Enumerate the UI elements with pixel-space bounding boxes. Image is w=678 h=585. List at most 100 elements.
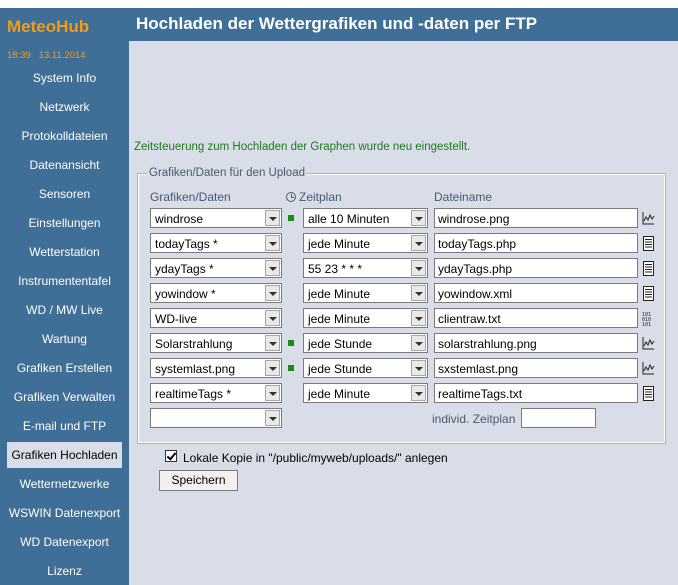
upload-fieldset: Grafiken/Daten für den Upload Grafiken/D… — [137, 167, 666, 444]
schedule-select[interactable]: 55 23 * * * — [303, 258, 428, 278]
data-select[interactable]: realtimeTags * — [150, 383, 282, 403]
main-content: Zeitsteuerung zum Hochladen der Graphen … — [129, 41, 678, 585]
graph-icon[interactable] — [642, 361, 655, 376]
data-select[interactable]: systemlast.png — [150, 358, 282, 378]
schedule-select[interactable]: jede Minute — [303, 233, 428, 253]
filename-input[interactable]: clientraw.txt — [434, 308, 638, 328]
sidebar-item-instrumententafel[interactable]: Instrumententafel — [7, 268, 122, 294]
data-select-value: todayTags * — [155, 237, 218, 251]
sidebar-item-wd-mw-live[interactable]: WD / MW Live — [7, 297, 122, 323]
schedule-select-value: 55 23 * * * — [308, 262, 363, 276]
data-select[interactable] — [150, 408, 282, 428]
filename-input[interactable]: sxstemlast.png — [434, 358, 638, 378]
data-select-value: realtimeTags * — [155, 387, 232, 401]
sidebar-item-grafiken-verwalten[interactable]: Grafiken Verwalten — [7, 384, 122, 410]
data-select[interactable]: ydayTags * — [150, 258, 282, 278]
chevron-down-icon — [411, 210, 426, 226]
chevron-down-icon — [411, 260, 426, 276]
sidebar-item-system-info[interactable]: System Info — [7, 65, 122, 91]
chevron-down-icon — [411, 385, 426, 401]
schedule-select-value: jede Minute — [308, 287, 371, 301]
column-header-schedule: Zeitplan — [286, 190, 342, 204]
schedule-select[interactable]: jede Minute — [303, 283, 428, 303]
chevron-down-icon — [265, 360, 280, 376]
clock-date: 13.11.2014 — [38, 50, 86, 61]
filename-value: yowindow.xml — [438, 287, 513, 301]
data-select-value: windrose — [155, 212, 204, 226]
sidebar-item-netzwerk[interactable]: Netzwerk — [7, 94, 122, 120]
chevron-down-icon — [265, 210, 280, 226]
filename-value: solarstrahlung.png — [438, 337, 537, 351]
sidebar-item-grafiken-hochladen[interactable]: Grafiken Hochladen — [7, 442, 122, 468]
sidebar-item-lizenz[interactable]: Lizenz — [7, 558, 122, 584]
status-message: Zeitsteuerung zum Hochladen der Graphen … — [134, 141, 471, 153]
top-strip — [0, 0, 678, 8]
chevron-down-icon — [265, 335, 280, 351]
schedule-select[interactable]: jede Stunde — [303, 333, 428, 353]
data-select[interactable]: Solarstrahlung — [150, 333, 282, 353]
sidebar-item-wd-datenexport[interactable]: WD Datenexport — [7, 529, 122, 555]
sidebar-item-wswin-datenexport[interactable]: WSWIN Datenexport — [7, 500, 122, 526]
column-header-data: Grafiken/Daten — [150, 190, 231, 204]
chevron-down-icon — [265, 285, 280, 301]
individual-schedule-input[interactable] — [521, 408, 596, 428]
filename-input[interactable]: realtimeTags.txt — [434, 383, 638, 403]
app-logo: MeteoHub — [7, 17, 90, 36]
chevron-down-icon — [411, 360, 426, 376]
sidebar-item-wetterstation[interactable]: Wetterstation — [7, 239, 122, 265]
individual-schedule-label: individ. Zeitplan — [432, 412, 516, 426]
sidebar-item-protokolldateien[interactable]: Protokolldateien — [7, 123, 122, 149]
sidebar-item-wartung[interactable]: Wartung — [7, 326, 122, 352]
schedule-select-value: jede Stunde — [308, 362, 373, 376]
schedule-select[interactable]: jede Minute — [303, 308, 428, 328]
page-title: Hochladen der Wettergrafiken und -daten … — [136, 14, 538, 33]
svg-text:101: 101 — [642, 322, 651, 326]
chevron-down-icon — [265, 235, 280, 251]
document-icon[interactable] — [642, 236, 655, 251]
filename-value: clientraw.txt — [438, 312, 501, 326]
save-button[interactable]: Speichern — [159, 470, 238, 491]
chevron-down-icon — [265, 310, 280, 326]
data-select[interactable]: todayTags * — [150, 233, 282, 253]
filename-value: realtimeTags.txt — [438, 387, 523, 401]
data-select-value: systemlast.png — [155, 362, 236, 376]
upload-row: windrose alle 10 Minuten windrose.png — [139, 208, 666, 230]
schedule-select[interactable]: jede Stunde — [303, 358, 428, 378]
chevron-down-icon — [411, 310, 426, 326]
graph-icon[interactable] — [642, 211, 655, 226]
sidebar-item-wetternetzwerke[interactable]: Wetternetzwerke — [7, 471, 122, 497]
schedule-select[interactable]: jede Minute — [303, 383, 428, 403]
active-indicator — [288, 215, 294, 221]
sidebar-item-sensoren[interactable]: Sensoren — [7, 181, 122, 207]
sidebar-item-e-mail-und-ftp[interactable]: E-mail und FTP — [7, 413, 122, 439]
binary-icon[interactable]: 101 010 101 — [642, 311, 655, 328]
schedule-select-value: alle 10 Minuten — [308, 212, 390, 226]
clock-time: 18:39 — [7, 50, 31, 61]
filename-input[interactable]: windrose.png — [434, 208, 638, 228]
filename-input[interactable]: todayTags.php — [434, 233, 638, 253]
data-select[interactable]: yowindow * — [150, 283, 282, 303]
filename-value: ydayTags.php — [438, 262, 513, 276]
schedule-select[interactable]: alle 10 Minuten — [303, 208, 428, 228]
data-select[interactable]: WD-live — [150, 308, 282, 328]
chevron-down-icon — [411, 235, 426, 251]
filename-value: sxstemlast.png — [438, 362, 519, 376]
sidebar-item-datenansicht[interactable]: Datenansicht — [7, 152, 122, 178]
filename-input[interactable]: ydayTags.php — [434, 258, 638, 278]
clock-icon — [286, 192, 296, 202]
sidebar-item-einstellungen[interactable]: Einstellungen — [7, 210, 122, 236]
local-copy-label: Lokale Kopie in "/public/myweb/uploads/"… — [183, 451, 448, 465]
schedule-select-value: jede Stunde — [308, 337, 373, 351]
document-icon[interactable] — [642, 386, 655, 401]
document-icon[interactable] — [642, 261, 655, 276]
data-select[interactable]: windrose — [150, 208, 282, 228]
graph-icon[interactable] — [642, 336, 655, 351]
sidebar-item-grafiken-erstellen[interactable]: Grafiken Erstellen — [7, 355, 122, 381]
document-icon[interactable] — [642, 286, 655, 301]
filename-input[interactable]: yowindow.xml — [434, 283, 638, 303]
page-header: Hochladen der Wettergrafiken und -daten … — [129, 8, 678, 41]
filename-input[interactable]: solarstrahlung.png — [434, 333, 638, 353]
column-header-filename: Dateiname — [434, 190, 493, 204]
chevron-down-icon — [265, 410, 280, 426]
local-copy-checkbox[interactable] — [165, 450, 177, 462]
